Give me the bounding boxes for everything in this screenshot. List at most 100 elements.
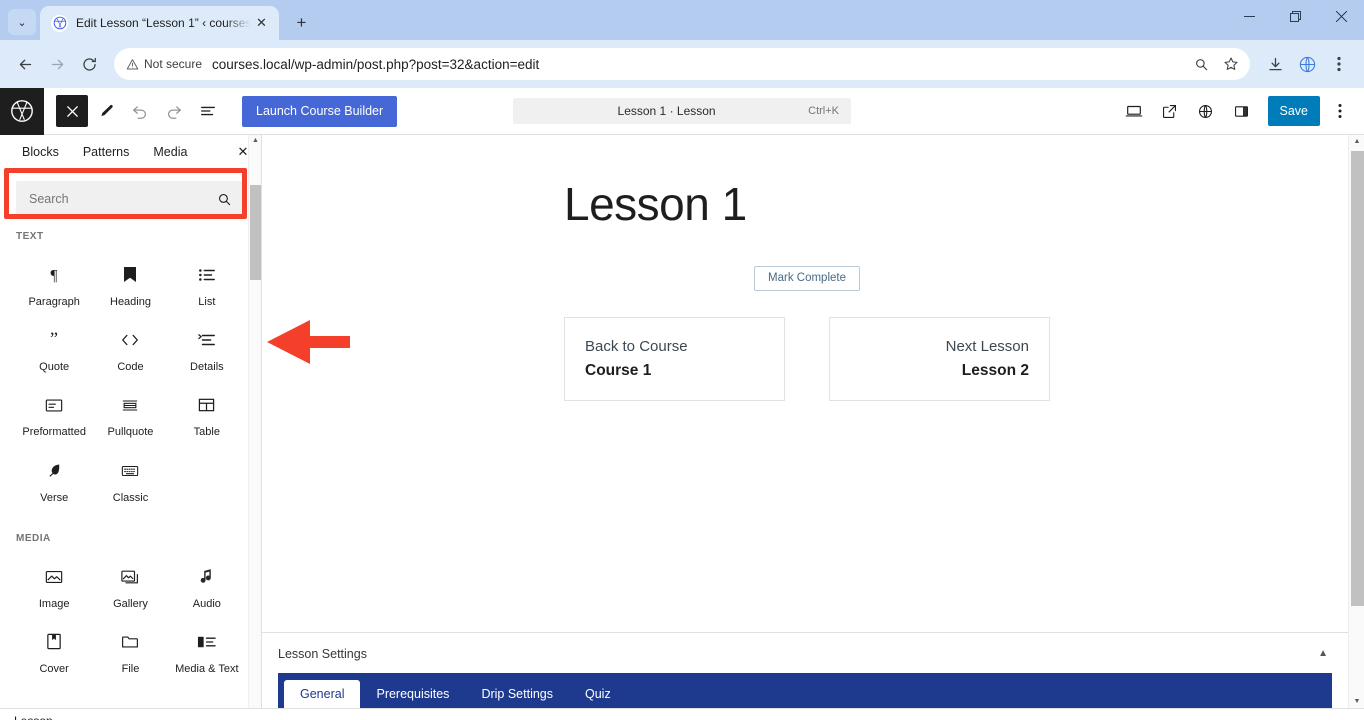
block-label: Verse xyxy=(40,491,69,504)
block-list[interactable]: List xyxy=(169,252,245,315)
jetpack-globe-icon[interactable] xyxy=(1190,95,1222,127)
media-text-icon xyxy=(197,629,217,655)
block-gallery[interactable]: Gallery xyxy=(92,554,168,617)
block-label: List xyxy=(198,296,216,308)
search-icon[interactable] xyxy=(212,187,236,211)
three-dot-menu-icon[interactable] xyxy=(1324,49,1354,79)
scroll-up-arrow-icon[interactable]: ▲ xyxy=(1349,138,1364,145)
window-controls xyxy=(1226,0,1364,32)
block-classic[interactable]: Classic xyxy=(92,448,168,511)
wordpress-logo-icon[interactable] xyxy=(0,87,44,135)
block-quote[interactable]: ” Quote xyxy=(16,317,92,380)
chevron-down-icon: ⌄ xyxy=(17,16,27,29)
forward-arrow-icon[interactable] xyxy=(42,49,72,79)
block-label: Paragraph xyxy=(28,296,80,308)
block-paragraph[interactable]: ¶ Paragraph xyxy=(16,252,92,315)
editor-header-actions: Save xyxy=(1118,95,1364,127)
settings-sidebar-toggle-icon[interactable] xyxy=(1226,95,1258,127)
mark-complete-button[interactable]: Mark Complete xyxy=(754,265,860,292)
collapse-panel-icon[interactable]: ▲ xyxy=(1318,649,1332,659)
undo-icon[interactable] xyxy=(124,95,156,127)
block-verse[interactable]: Verse xyxy=(16,448,92,511)
block-pullquote[interactable]: Pullquote xyxy=(92,382,168,445)
block-label: Heading xyxy=(110,296,151,308)
save-button[interactable]: Save xyxy=(1267,96,1320,126)
browser-tab[interactable]: Edit Lesson “Lesson 1” ‹ courses ✕ xyxy=(40,6,280,40)
address-bar-url: courses.local/wp-admin/post.php?post=32&… xyxy=(212,56,540,72)
category-title-media: MEDIA xyxy=(16,532,51,544)
launch-course-builder-button[interactable]: Launch Course Builder xyxy=(242,95,398,127)
block-heading[interactable]: Heading xyxy=(92,252,168,315)
cover-icon xyxy=(46,629,62,655)
tab-prerequisites[interactable]: Prerequisites xyxy=(360,680,465,708)
block-preformatted[interactable]: Preformatted xyxy=(16,382,92,445)
tab-media[interactable]: Media xyxy=(141,135,199,169)
block-search-field[interactable] xyxy=(16,181,245,217)
close-inserter-button[interactable] xyxy=(56,95,88,127)
inserter-tablist: Blocks Patterns Media ✕ xyxy=(0,135,261,169)
tab-general[interactable]: General xyxy=(284,680,361,708)
gallery-icon xyxy=(121,564,139,590)
editor-header: Launch Course Builder Lesson 1 · Lesson … xyxy=(0,87,1364,135)
next-lesson-card[interactable]: Next Lesson Lesson 2 xyxy=(829,317,1050,401)
external-link-icon[interactable] xyxy=(1154,95,1186,127)
block-details[interactable]: Details xyxy=(169,317,245,380)
block-inserter-panel: Blocks Patterns Media ✕ TEXT xyxy=(0,135,262,708)
block-cover[interactable]: Cover xyxy=(16,619,92,682)
editor-canvas[interactable]: Lesson 1 Mark Complete Back to Course Co… xyxy=(262,135,1348,632)
reload-icon[interactable] xyxy=(74,49,104,79)
tab-patterns[interactable]: Patterns xyxy=(71,135,142,169)
category-title-text: TEXT xyxy=(16,231,44,242)
search-input[interactable] xyxy=(29,192,212,206)
document-title-bar[interactable]: Lesson 1 · Lesson Ctrl+K xyxy=(513,98,851,124)
tab-drip-settings[interactable]: Drip Settings xyxy=(465,680,569,708)
block-audio[interactable]: Audio xyxy=(169,554,245,617)
inserter-scrollbar-thumb[interactable] xyxy=(250,185,261,280)
block-media-text[interactable]: Media & Text xyxy=(169,619,245,682)
new-tab-button[interactable]: + xyxy=(287,9,315,37)
block-label: Details xyxy=(190,361,224,374)
tab-quiz[interactable]: Quiz xyxy=(569,680,627,708)
scroll-down-arrow-icon[interactable]: ▼ xyxy=(1349,698,1364,705)
card-label: Back to Course xyxy=(585,338,688,356)
page-title[interactable]: Lesson 1 xyxy=(262,179,1348,230)
lesson-settings-tabbar: General Prerequisites Drip Settings Quiz xyxy=(278,673,1332,708)
block-label: Table xyxy=(193,426,220,439)
restore-icon[interactable] xyxy=(1272,0,1318,32)
back-to-course-card[interactable]: Back to Course Course 1 xyxy=(564,317,785,401)
zoom-search-icon[interactable] xyxy=(1186,49,1216,79)
editor-options-menu-icon[interactable] xyxy=(1324,95,1356,127)
tab-blocks[interactable]: Blocks xyxy=(10,135,71,169)
close-icon[interactable] xyxy=(1318,0,1364,32)
back-arrow-icon[interactable] xyxy=(10,49,40,79)
extension-globe-icon[interactable] xyxy=(1292,49,1322,79)
download-icon[interactable] xyxy=(1260,49,1290,79)
tab-search-button[interactable]: ⌄ xyxy=(8,9,36,35)
breadcrumb[interactable]: Lesson xyxy=(14,714,53,720)
inserter-scrollbar[interactable]: ▲ xyxy=(248,135,261,708)
block-grid-text: ¶ Paragraph Heading List ” Quote Code De… xyxy=(16,252,245,511)
redo-icon[interactable] xyxy=(158,95,190,127)
inserter-scroll-area: TEXT ¶ Paragraph Heading xyxy=(0,169,261,708)
lesson-settings-panel: Lesson Settings ▲ General Prerequisites … xyxy=(262,632,1348,708)
tab-close-icon[interactable]: ✕ xyxy=(251,13,271,33)
block-file[interactable]: File xyxy=(92,619,168,682)
scroll-up-arrow-icon[interactable]: ▲ xyxy=(249,137,262,144)
lesson-settings-title: Lesson Settings xyxy=(278,647,367,661)
card-value: Course 1 xyxy=(585,361,652,379)
block-label: Code xyxy=(117,361,144,374)
pullquote-icon xyxy=(121,392,139,418)
address-bar[interactable]: Not secure courses.local/wp-admin/post.p… xyxy=(114,48,1250,80)
block-image[interactable]: Image xyxy=(16,554,92,617)
document-overview-icon[interactable] xyxy=(192,95,224,127)
bookmark-star-icon[interactable] xyxy=(1216,49,1246,79)
security-indicator[interactable]: Not secure xyxy=(126,57,212,71)
minimize-icon[interactable] xyxy=(1226,0,1272,32)
svg-text:¶: ¶ xyxy=(51,267,58,284)
block-table[interactable]: Table xyxy=(169,382,245,445)
pencil-icon[interactable] xyxy=(90,95,122,127)
desktop-preview-icon[interactable] xyxy=(1118,95,1150,127)
block-code[interactable]: Code xyxy=(92,317,168,380)
editor-scrollbar[interactable]: ▲ ▼ xyxy=(1348,135,1364,708)
editor-scrollbar-thumb[interactable] xyxy=(1351,151,1364,606)
